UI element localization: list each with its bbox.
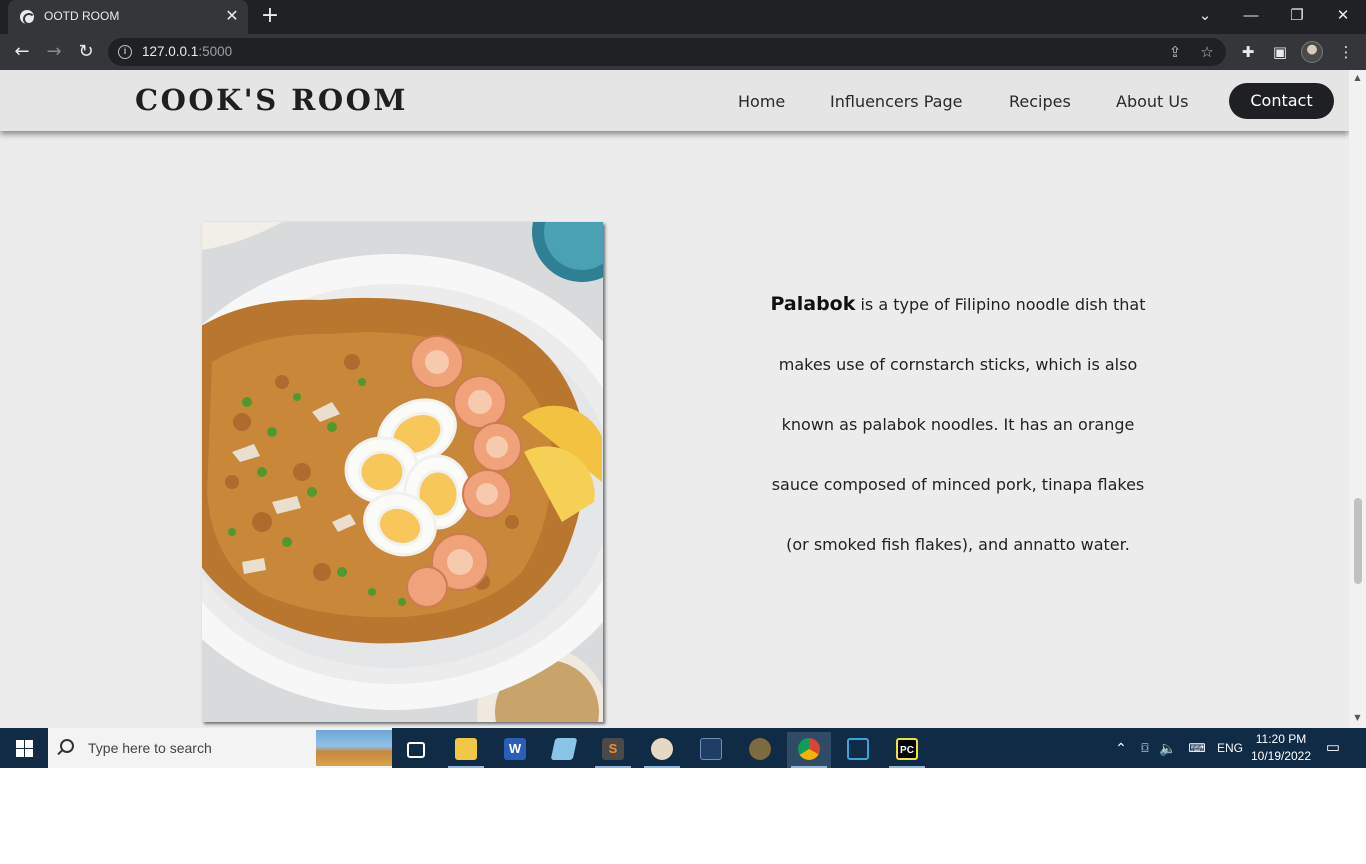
minimize-button[interactable]: — [1231,3,1271,29]
scroll-down-arrow-icon[interactable]: ▼ [1349,712,1366,724]
nav-about[interactable]: About Us [1116,92,1188,111]
sublime-text-icon: S [602,738,624,760]
task-view-icon [407,742,425,758]
reload-button[interactable]: ↻ [74,40,98,64]
taskbar-virtualbox[interactable] [836,732,880,768]
chrome-icon [798,738,820,760]
taskbar-search[interactable]: Type here to search [48,728,392,768]
notepad-icon [550,738,578,760]
site-info-icon[interactable]: i [118,45,132,59]
close-window-button[interactable]: ✕ [1323,3,1363,29]
globe-icon [20,10,35,25]
screen: OOTD ROOM ✕ + ⌄ — ❐ ✕ ← → ↻ i 127.0.0.1:… [0,0,1366,768]
palabok-photo [202,222,603,722]
search-placeholder: Type here to search [88,740,212,756]
running-indicator [595,766,631,768]
restore-button[interactable]: ❐ [1277,3,1317,29]
word-icon: W [504,738,526,760]
running-indicator [644,766,680,768]
nav-home[interactable]: Home [738,92,785,111]
folder-icon [455,738,477,760]
browser-tab[interactable]: OOTD ROOM ✕ [8,0,248,34]
windows-logo-icon [16,740,33,757]
nav-influencers[interactable]: Influencers Page [830,92,962,111]
scroll-up-arrow-icon[interactable]: ▲ [1349,72,1366,84]
database-tool-icon [749,738,771,760]
palabok-description: Palabok is a type of Filipino noodle dis… [758,274,1158,575]
taskbar-chrome[interactable] [787,732,831,768]
web-page: COOK'S ROOM Home Influencers Page Recipe… [0,70,1349,728]
taskbar-word[interactable]: W [493,732,537,768]
profile-avatar[interactable] [1301,41,1323,63]
language-indicator[interactable]: ENG [1216,728,1244,768]
address-bar[interactable]: i 127.0.0.1:5000 ⇪ ☆ [108,38,1226,66]
clock-time: 11:20 PM [1255,732,1307,746]
contact-button[interactable]: Contact [1229,83,1334,119]
new-tab-button[interactable]: + [258,5,282,29]
paint-palette-icon [651,738,673,760]
scroll-thumb[interactable] [1354,498,1362,584]
system-clock[interactable]: 11:20 PM 10/19/2022 [1248,731,1314,765]
forward-button[interactable]: → [42,40,66,64]
side-panel-icon[interactable]: ▣ [1270,42,1290,62]
taskbar-mysql-workbench[interactable] [689,732,733,768]
windows-taskbar: Type here to search W S PC ⌃ ⌼ 🔈 ⌨ ENG 1… [0,728,1366,768]
search-highlight-image[interactable] [316,730,392,766]
dish-description-text: is a type of Filipino noodle dish that m… [771,295,1146,554]
volume-icon[interactable]: 🔈 [1158,728,1178,768]
taskbar-pycharm[interactable]: PC [885,732,929,768]
page-scrollbar[interactable]: ▲ ▼ [1349,70,1366,728]
tab-title: OOTD ROOM [44,9,120,23]
bookmark-star-icon[interactable]: ☆ [1198,43,1216,61]
nav-recipes[interactable]: Recipes [1009,92,1071,111]
taskbar-notepad[interactable] [542,732,586,768]
tab-close-icon[interactable]: ✕ [224,7,240,25]
running-indicator [448,766,484,768]
clock-date: 10/19/2022 [1250,749,1312,763]
dish-name: Palabok [770,293,856,315]
meet-now-icon[interactable]: ⌼ [1136,728,1154,768]
tray-overflow-icon[interactable]: ⌃ [1112,728,1130,768]
mysql-workbench-icon [700,738,722,760]
running-indicator [889,766,925,768]
taskbar-paint[interactable] [640,732,684,768]
tab-search-button[interactable]: ⌄ [1185,3,1225,29]
taskbar-sql-tool[interactable] [738,732,782,768]
task-view-button[interactable] [394,732,438,768]
notifications-icon[interactable]: ▭ [1322,728,1344,768]
back-button[interactable]: ← [10,40,34,64]
share-icon[interactable]: ⇪ [1166,43,1184,61]
virtualbox-icon [847,738,869,760]
site-logo[interactable]: COOK'S ROOM [135,83,408,117]
extensions-icon[interactable]: ✚ [1238,42,1258,62]
chrome-menu-icon[interactable]: ⋮ [1336,42,1356,62]
start-button[interactable] [0,728,48,768]
browser-tabstrip: OOTD ROOM ✕ + ⌄ — ❐ ✕ [0,0,1366,34]
keyboard-icon[interactable]: ⌨ [1184,728,1210,768]
taskbar-sublime-text[interactable]: S [591,732,635,768]
url-text: 127.0.0.1:5000 [142,44,233,59]
browser-toolbar: ← → ↻ i 127.0.0.1:5000 ⇪ ☆ ✚ ▣ ⋮ [0,34,1366,70]
site-header: COOK'S ROOM Home Influencers Page Recipe… [0,70,1349,131]
search-icon [60,739,74,753]
pycharm-icon: PC [896,738,918,760]
taskbar-file-explorer[interactable] [444,732,488,768]
palabok-illustration [202,222,603,722]
running-indicator [791,766,827,768]
